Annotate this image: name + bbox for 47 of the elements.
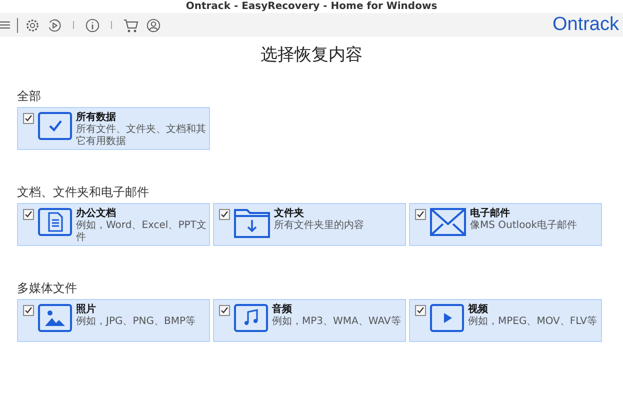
category-description: 像MS Outlook电子邮件 — [470, 220, 578, 232]
menu-icon[interactable] — [0, 20, 10, 30]
category-title: 所有数据 — [76, 112, 117, 124]
category-card[interactable]: 所有数据 所有文件、文件夹、文档和其它有用数据 — [17, 107, 210, 150]
category-title: 文件夹 — [274, 208, 305, 220]
checkbox[interactable] — [219, 209, 230, 220]
replay-icon[interactable] — [47, 18, 62, 32]
settings-icon[interactable] — [25, 18, 40, 32]
section-title: 全部 — [17, 88, 42, 105]
image-icon — [38, 304, 72, 332]
category-title: 电子邮件 — [470, 208, 511, 220]
category-title: 照片 — [76, 304, 97, 316]
checkmark-icon — [38, 112, 72, 140]
category-card[interactable]: 照片 例如，JPG、PNG、BMP等 — [17, 299, 210, 342]
category-description: 例如，MPEG、MOV、FLV等 — [468, 316, 597, 328]
play-icon — [430, 304, 464, 332]
category-card[interactable]: 电子邮件 像MS Outlook电子邮件 — [409, 203, 602, 246]
category-card[interactable]: 音频 例如，MP3、WMA、WAV等 — [213, 299, 406, 342]
checkbox[interactable] — [219, 305, 230, 316]
category-card[interactable]: 办公文档 例如，Word、Excel、PPT文件 — [17, 203, 210, 246]
section-title: 多媒体文件 — [17, 280, 78, 297]
category-description: 例如，JPG、PNG、BMP等 — [76, 316, 196, 328]
category-title: 办公文档 — [76, 208, 117, 220]
section-title: 文档、文件夹和电子邮件 — [17, 184, 150, 201]
checkbox[interactable] — [415, 209, 426, 220]
envelope-icon — [430, 208, 466, 236]
music-note-icon — [234, 304, 268, 332]
category-description: 所有文件、文件夹、文档和其它有用数据 — [76, 124, 207, 148]
checkbox[interactable] — [23, 113, 34, 124]
info-icon[interactable] — [85, 18, 100, 32]
page-heading: 选择恢复内容 — [260, 44, 364, 66]
document-icon — [38, 208, 72, 236]
category-title: 视频 — [468, 304, 489, 316]
window-title: Ontrack - EasyRecovery - Home for Windows — [186, 0, 438, 12]
category-title: 音频 — [272, 304, 293, 316]
account-icon[interactable] — [146, 18, 161, 32]
cart-icon[interactable] — [123, 18, 139, 32]
category-card[interactable]: 视频 例如，MPEG、MOV、FLV等 — [409, 299, 602, 342]
category-description: 例如，MP3、WMA、WAV等 — [272, 316, 401, 328]
category-description: 例如，Word、Excel、PPT文件 — [76, 220, 207, 244]
checkbox[interactable] — [415, 305, 426, 316]
category-description: 所有文件夹里的内容 — [274, 220, 364, 232]
brand-logo: Ontrack — [552, 14, 619, 36]
checkbox[interactable] — [23, 209, 34, 220]
checkbox[interactable] — [23, 305, 34, 316]
folder-download-icon — [234, 208, 270, 238]
category-card[interactable]: 文件夹 所有文件夹里的内容 — [213, 203, 406, 246]
